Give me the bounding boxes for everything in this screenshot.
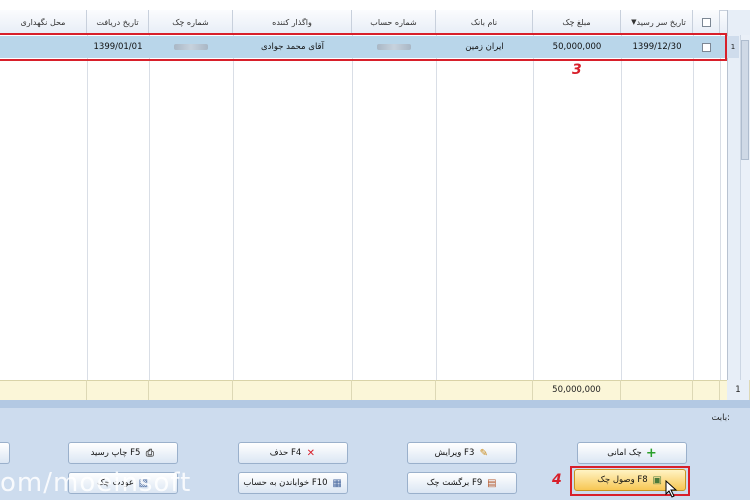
grid-line bbox=[720, 35, 721, 400]
printer-icon: ⎙ bbox=[145, 447, 154, 459]
footer-cell bbox=[87, 380, 149, 400]
watermark: om/moeinsoft bbox=[0, 468, 192, 498]
header-due-date[interactable]: ▼ تاریخ سر رسید bbox=[621, 10, 693, 35]
footer-total-amount: 50,000,000 bbox=[533, 380, 621, 400]
grid-line bbox=[621, 35, 622, 400]
header-account-no[interactable]: شماره حساب bbox=[352, 10, 436, 35]
footer-cell bbox=[233, 380, 352, 400]
header-receive-date[interactable]: تاریخ دریافت bbox=[87, 10, 149, 35]
scrollbar-thumb[interactable] bbox=[741, 40, 749, 160]
grid-line bbox=[352, 35, 353, 400]
return-check-icon: ▤ bbox=[487, 477, 497, 489]
deposit-icon: ▦ bbox=[332, 477, 342, 489]
header-bank[interactable]: نام بانک bbox=[436, 10, 533, 35]
header-assignor[interactable]: واگذار کننده bbox=[233, 10, 352, 35]
footer-cell bbox=[436, 380, 533, 400]
annotation-number-4: 4 bbox=[552, 472, 562, 488]
footer-cell bbox=[693, 380, 720, 400]
footer-row-count: 1 bbox=[727, 380, 750, 400]
babat-label: بابت: bbox=[711, 413, 730, 423]
footer-cell bbox=[0, 380, 87, 400]
return-check-button[interactable]: برگشت چک F9 ▤ bbox=[407, 472, 517, 494]
grid-line bbox=[436, 35, 437, 400]
deposit-to-account-button[interactable]: خواباندن به حساب F10 ▦ bbox=[238, 472, 348, 494]
footer-cell bbox=[621, 380, 693, 400]
footer-cell bbox=[149, 380, 233, 400]
header-check-no[interactable]: شماره چک bbox=[149, 10, 233, 35]
annotation-number-3: 3 bbox=[572, 62, 582, 78]
panel-separator bbox=[0, 400, 750, 408]
select-all-checkbox[interactable] bbox=[701, 17, 711, 27]
header-amount[interactable]: مبلغ چک bbox=[533, 10, 621, 35]
plus-icon: + bbox=[645, 445, 657, 461]
grid-line bbox=[533, 35, 534, 400]
header-storage[interactable]: محل نگهداری bbox=[0, 10, 87, 35]
edit-button[interactable]: ویرایش F3 ✎ bbox=[407, 442, 517, 464]
overflow-button[interactable] bbox=[0, 442, 10, 464]
grid-line bbox=[233, 35, 234, 400]
footer-cell bbox=[352, 380, 436, 400]
pencil-icon: ✎ bbox=[479, 447, 489, 459]
checks-grid: ▼ تاریخ سر رسید مبلغ چک نام بانک شماره حس… bbox=[0, 0, 750, 400]
grid-line bbox=[693, 35, 694, 400]
delete-button[interactable]: حذف F4 ✕ bbox=[238, 442, 348, 464]
row-highlight-box bbox=[0, 33, 727, 61]
grid-line bbox=[149, 35, 150, 400]
grid-line bbox=[87, 35, 88, 400]
trust-check-button[interactable]: چک امانی + bbox=[577, 442, 687, 464]
mouse-cursor-icon bbox=[665, 480, 678, 498]
delete-x-icon: ✕ bbox=[306, 447, 315, 459]
row-number: 1 bbox=[727, 36, 739, 58]
header-select-all[interactable] bbox=[693, 10, 720, 35]
print-receipt-button[interactable]: چاپ رسید F5 ⎙ bbox=[68, 442, 178, 464]
